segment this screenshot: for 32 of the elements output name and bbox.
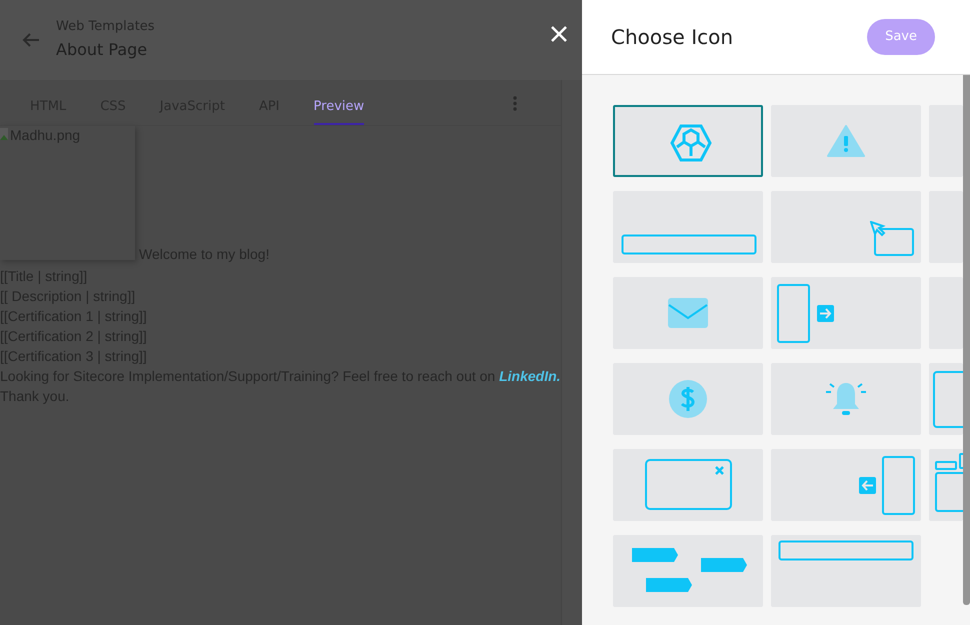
scrollbar[interactable]	[963, 75, 970, 605]
tab[interactable]: Preview	[314, 91, 364, 125]
close-button[interactable]	[550, 25, 568, 43]
back-arrow-icon[interactable]	[22, 32, 40, 48]
bar-icon	[621, 234, 757, 255]
save-button[interactable]: Save	[867, 19, 935, 55]
icon-option[interactable]	[771, 535, 921, 607]
icon-option[interactable]	[929, 363, 963, 435]
icon-option[interactable]	[613, 535, 763, 607]
icon-option[interactable]	[613, 105, 763, 177]
panel-icon	[933, 371, 963, 428]
tags-icon	[631, 546, 749, 594]
icon-option[interactable]	[771, 277, 921, 349]
dollar-icon	[668, 379, 708, 419]
icon-option[interactable]	[771, 191, 921, 263]
icon-option[interactable]	[771, 449, 921, 521]
panel-arrow-icon	[858, 456, 916, 515]
icon-option[interactable]	[613, 449, 763, 521]
dialog-icon	[645, 459, 732, 510]
icon-option[interactable]	[929, 449, 963, 521]
broken-image-icon	[0, 126, 10, 142]
warning-icon	[827, 124, 865, 158]
linkedin-link[interactable]: LinkedIn.	[499, 368, 561, 384]
bar-icon	[778, 540, 914, 561]
cube-icon	[670, 124, 712, 162]
icon-option[interactable]	[613, 191, 763, 263]
mail-icon	[668, 298, 708, 328]
panel-arrow-icon	[777, 284, 835, 343]
bell-icon	[825, 380, 867, 418]
more-icon[interactable]	[513, 96, 517, 111]
cursor-box-icon	[870, 221, 916, 256]
drawer-title: Choose Icon	[611, 24, 734, 51]
